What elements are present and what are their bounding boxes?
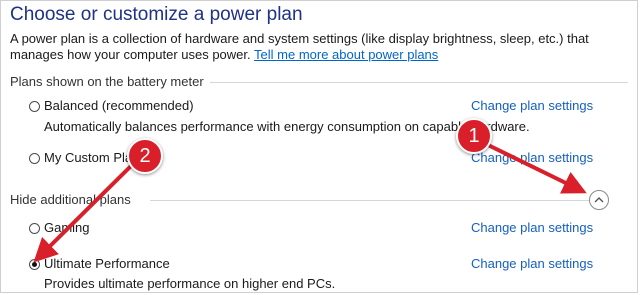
annotation-badge-2: 2 — [127, 138, 163, 174]
arrow-2-to-ultimate-radio — [33, 163, 134, 263]
arrow-1-to-collapse-button — [487, 143, 587, 194]
annotation-arrows — [33, 143, 587, 263]
annotation-badge-1: 1 — [456, 118, 492, 154]
